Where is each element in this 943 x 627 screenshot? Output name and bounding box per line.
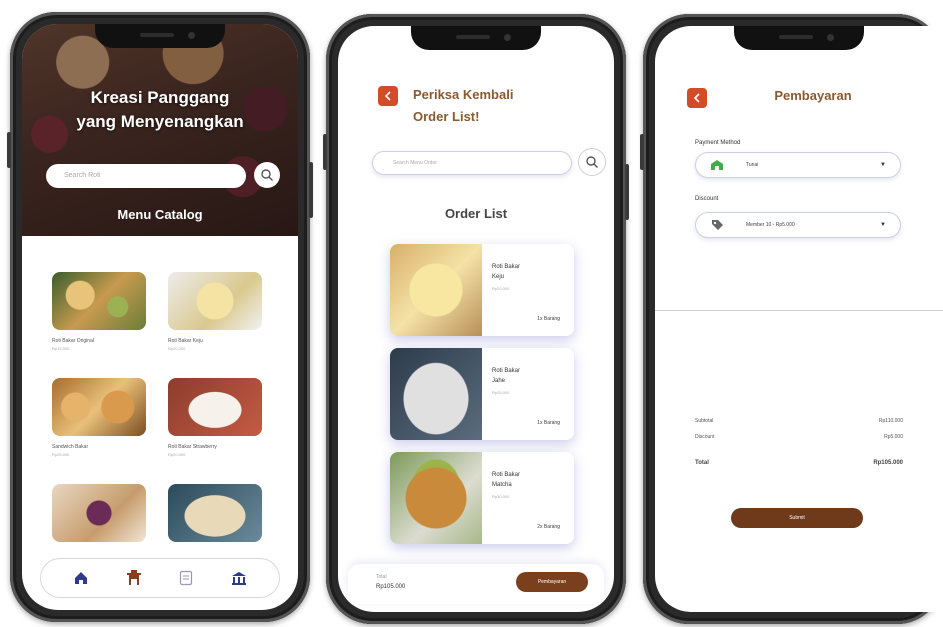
order-name: Roti Bakar Keju <box>492 264 521 280</box>
bottom-nav <box>40 558 280 598</box>
search-input[interactable]: Search Roti <box>46 164 246 188</box>
search-input[interactable]: Search Menu Order <box>372 151 572 175</box>
menu-price: Rp25.000 <box>52 452 70 457</box>
cash-icon <box>711 160 723 170</box>
order-image <box>390 452 482 544</box>
pay-button[interactable]: Pembayaran <box>516 572 588 592</box>
search-icon <box>261 169 273 181</box>
menu-card[interactable]: Roti Bakar Keju Rp20.000 <box>168 272 262 351</box>
discount-value: Member 10 - Rp5.000 <box>746 222 795 228</box>
menu-name: Roti Bakar Strawberry <box>168 444 217 450</box>
profile-icon <box>231 572 246 585</box>
section-title: Order List <box>444 206 508 221</box>
search-button[interactable] <box>578 148 606 176</box>
order-price: Rp20.000 <box>492 286 510 291</box>
nav-orders[interactable] <box>176 568 196 588</box>
menu-image <box>168 378 262 436</box>
menu-name: Sandwich Bakar <box>52 444 89 450</box>
search-icon <box>586 156 598 168</box>
menu-image <box>52 484 146 542</box>
menu-image <box>168 272 262 330</box>
menu-image <box>52 378 146 436</box>
phone-volume-button <box>640 134 644 170</box>
submit-button[interactable]: Submit <box>731 508 863 528</box>
nav-profile[interactable] <box>229 568 249 588</box>
back-button[interactable] <box>378 86 398 106</box>
order-price: Rp25.000 <box>492 390 510 395</box>
total-value: Rp105.000 <box>376 584 406 590</box>
phone-power-button <box>625 164 629 220</box>
menu-card[interactable]: Roti Bakar Strawberry Rp20.000 <box>168 378 262 457</box>
divider <box>655 310 943 311</box>
payment-method-value: Tunai <box>746 162 759 168</box>
page-title: Periksa Kembali Order List! <box>413 87 514 124</box>
order-item[interactable]: Roti Bakar Jahe Rp25.000 1x Barang <box>390 348 574 440</box>
discount-row: Discount Rp5.000 <box>695 434 903 440</box>
notch <box>95 24 225 48</box>
menu-price: Rp20.000 <box>168 452 186 457</box>
order-qty: 1x Barang <box>537 420 560 426</box>
menu-name: Roti Bakar Original <box>52 338 94 344</box>
chevron-down-icon: ▼ <box>880 222 886 228</box>
phone-catalog: Kreasi Panggang yang Menyenangkan Search… <box>7 12 313 622</box>
menu-card[interactable] <box>52 484 146 542</box>
screen-order-list: Periksa Kembali Order List! Search Menu … <box>338 26 614 612</box>
phone-power-button <box>309 162 313 218</box>
order-qty: 1x Barang <box>537 316 560 322</box>
page-title: Pembayaran <box>774 88 852 103</box>
menu-card[interactable] <box>168 484 262 542</box>
order-name: Roti Bakar Matcha <box>492 472 521 488</box>
order-item[interactable]: Roti Bakar Matcha Rp30.000 2x Barang <box>390 452 574 544</box>
order-footer: Total Rp105.000 Pembayaran <box>348 564 604 604</box>
notch <box>734 26 864 50</box>
payment-method-select[interactable]: Tunai ▼ <box>695 152 901 178</box>
order-name: Roti Bakar Jahe <box>492 368 521 384</box>
phone-volume-button <box>323 134 327 170</box>
nav-home[interactable] <box>71 568 91 588</box>
order-image <box>390 244 482 336</box>
tag-icon <box>712 220 723 230</box>
phone-order-list: Periksa Kembali Order List! Search Menu … <box>323 14 629 624</box>
screen-payment: Pembayaran Payment Method Tunai ▼ Discou… <box>655 26 943 612</box>
chevron-down-icon: ▼ <box>880 162 886 168</box>
menu-image <box>168 484 262 542</box>
payment-method-label: Payment Method <box>695 140 741 146</box>
notch <box>411 26 541 50</box>
menu-name: Roti Bakar Keju <box>168 338 203 344</box>
menu-card[interactable]: Sandwich Bakar Rp25.000 <box>52 378 146 457</box>
total-row: Total Rp105.000 <box>695 460 903 466</box>
order-price: Rp30.000 <box>492 494 510 499</box>
order-qty: 2x Barang <box>537 524 560 530</box>
bakery-icon <box>126 570 141 585</box>
total-label: Total <box>376 574 387 580</box>
order-item[interactable]: Roti Bakar Keju Rp20.000 1x Barang <box>390 244 574 336</box>
phone-volume-button <box>7 132 11 168</box>
menu-card[interactable]: Roti Bakar Original Rp15.000 <box>52 272 146 351</box>
menu-price: Rp15.000 <box>52 346 70 351</box>
menu-image <box>52 272 146 330</box>
order-image <box>390 348 482 440</box>
phone-payment: Pembayaran Payment Method Tunai ▼ Discou… <box>640 14 943 624</box>
screen-catalog: Kreasi Panggang yang Menyenangkan Search… <box>22 24 298 610</box>
discount-select[interactable]: Member 10 - Rp5.000 ▼ <box>695 212 901 238</box>
discount-label: Discount <box>695 196 719 202</box>
home-icon <box>75 572 88 584</box>
menu-price: Rp20.000 <box>168 346 186 351</box>
hero-title: Kreasi Panggang yang Menyenangkan <box>76 88 244 131</box>
receipt-icon <box>180 570 193 586</box>
nav-menu[interactable] <box>124 568 144 588</box>
subtotal-row: Subtotal Rp110.000 <box>695 418 903 424</box>
section-title: Menu Catalog <box>117 207 203 222</box>
chevron-left-icon <box>384 91 391 101</box>
search-button[interactable] <box>254 162 280 188</box>
